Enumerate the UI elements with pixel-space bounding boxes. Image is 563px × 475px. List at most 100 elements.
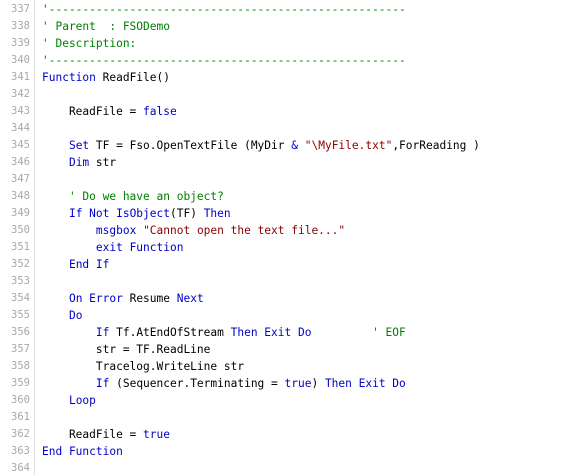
code-text: ReadFile = false (42, 103, 177, 120)
code-line[interactable]: 340 '------------------------------------… (0, 52, 563, 69)
code-token: str = TF.ReadLine (42, 343, 211, 356)
line-number: 348 (11, 190, 30, 202)
code-token: (Sequencer.Terminating = (109, 377, 285, 390)
code-text: ' Description: (42, 35, 136, 52)
line-number: 343 (11, 105, 30, 117)
code-line[interactable]: 338 ' Parent : FSODemo (0, 18, 563, 35)
code-text: ' Do we have an object? (42, 188, 224, 205)
code-text: Do (42, 307, 82, 324)
code-token: TF = Fso.OpenTextFile (MyDir (89, 139, 292, 152)
code-text: Tracelog.WriteLine str (42, 358, 244, 375)
code-line[interactable]: 339 ' Description: (0, 35, 563, 52)
comment-token: ' Description: (42, 37, 137, 50)
comment-token: '---------------------------------------… (42, 54, 406, 67)
code-line[interactable]: 358 Tracelog.WriteLine str (0, 358, 563, 375)
keyword-token: true (284, 377, 312, 390)
line-number: 355 (11, 309, 30, 321)
code-line[interactable]: 354 On Error Resume Next (0, 290, 563, 307)
code-text: Loop (42, 392, 96, 409)
line-number: 339 (11, 37, 30, 49)
line-number: 358 (11, 360, 30, 372)
string-token: "\MyFile.txt" (304, 139, 393, 152)
code-token: Tf.AtEndOfStream (109, 326, 231, 339)
keyword-token: & (291, 139, 298, 152)
comment-token: ' Parent : FSODemo (42, 20, 170, 33)
line-number: 340 (11, 54, 30, 66)
code-line[interactable]: 355 Do (0, 307, 563, 324)
code-text: str = TF.ReadLine (42, 341, 211, 358)
line-number: 341 (11, 71, 30, 83)
code-line[interactable]: 356 If Tf.AtEndOfStream Then Exit Do ' E… (0, 324, 563, 341)
code-text: Dim str (42, 154, 116, 171)
code-line[interactable]: 344 (0, 120, 563, 137)
code-line[interactable]: 348 ' Do we have an object? (0, 188, 563, 205)
keyword-token: On Error (68, 292, 123, 305)
code-line[interactable]: 357 str = TF.ReadLine (0, 341, 563, 358)
code-line[interactable]: 347 (0, 171, 563, 188)
code-text: On Error Resume Next (42, 290, 204, 307)
code-line[interactable]: 361 (0, 409, 563, 426)
keyword-token: End If (68, 258, 110, 271)
keyword-token: Then Exit Do (324, 377, 406, 390)
line-number: 337 (11, 3, 30, 15)
keyword-token: End Function (42, 445, 123, 458)
keyword-token: true (143, 428, 170, 441)
code-line[interactable]: 351 exit Function (0, 239, 563, 256)
code-token: ReadFile = (42, 428, 144, 441)
code-line[interactable]: 342 (0, 86, 563, 103)
code-line[interactable]: 343 ReadFile = false (0, 103, 563, 120)
code-line[interactable]: 359 If (Sequencer.Terminating = true) Th… (0, 375, 563, 392)
code-line[interactable]: 352 End If (0, 256, 563, 273)
code-text: ' Parent : FSODemo (42, 18, 170, 35)
code-line[interactable]: 363 End Function (0, 443, 563, 460)
comment-token: ' Do we have an object? (42, 190, 224, 203)
line-number: 357 (11, 343, 30, 355)
comment-token: ' EOF (311, 326, 406, 339)
code-text: msgbox "Cannot open the text file..." (42, 222, 345, 239)
code-line[interactable]: 349 If Not IsObject(TF) Then (0, 205, 563, 222)
line-number: 342 (11, 88, 30, 100)
code-line[interactable]: 364 (0, 460, 563, 475)
code-text: '---------------------------------------… (42, 52, 406, 69)
keyword-token: Next (176, 292, 204, 305)
line-number: 352 (11, 258, 30, 270)
code-line[interactable]: 350 msgbox "Cannot open the text file...… (0, 222, 563, 239)
code-line[interactable]: 341 Function ReadFile() (0, 69, 563, 86)
code-text: '---------------------------------------… (42, 1, 406, 18)
code-text: Set TF = Fso.OpenTextFile (MyDir & "\MyF… (42, 137, 480, 154)
code-line[interactable]: 337 '------------------------------------… (0, 1, 563, 18)
keyword-token: Set (68, 139, 90, 152)
code-line[interactable]: 346 Dim str (0, 154, 563, 171)
code-token: ReadFile() (95, 71, 170, 84)
line-number: 362 (11, 428, 30, 440)
line-number: 354 (11, 292, 30, 304)
line-number: 349 (11, 207, 30, 219)
keyword-token: Dim (68, 156, 90, 169)
code-line[interactable]: 362 ReadFile = true (0, 426, 563, 443)
code-line[interactable]: 360 Loop (0, 392, 563, 409)
string-token: "Cannot open the text file..." (143, 224, 346, 237)
code-editor[interactable]: 337 '------------------------------------… (0, 0, 563, 475)
code-text: Function ReadFile() (42, 69, 170, 86)
code-text: If (Sequencer.Terminating = true) Then E… (42, 375, 406, 392)
keyword-token: msgbox (95, 224, 137, 237)
code-line[interactable]: 345 Set TF = Fso.OpenTextFile (MyDir & "… (0, 137, 563, 154)
code-text: exit Function (42, 239, 184, 256)
line-number: 353 (11, 275, 30, 287)
code-token: ,ForReading ) (392, 139, 480, 152)
code-token: Resume (122, 292, 177, 305)
keyword-token: If (95, 377, 110, 390)
code-token: Tracelog.WriteLine str (42, 360, 245, 373)
line-number: 345 (11, 139, 30, 151)
line-number: 356 (11, 326, 30, 338)
code-line[interactable]: 353 (0, 273, 563, 290)
keyword-token: Loop (68, 394, 96, 407)
